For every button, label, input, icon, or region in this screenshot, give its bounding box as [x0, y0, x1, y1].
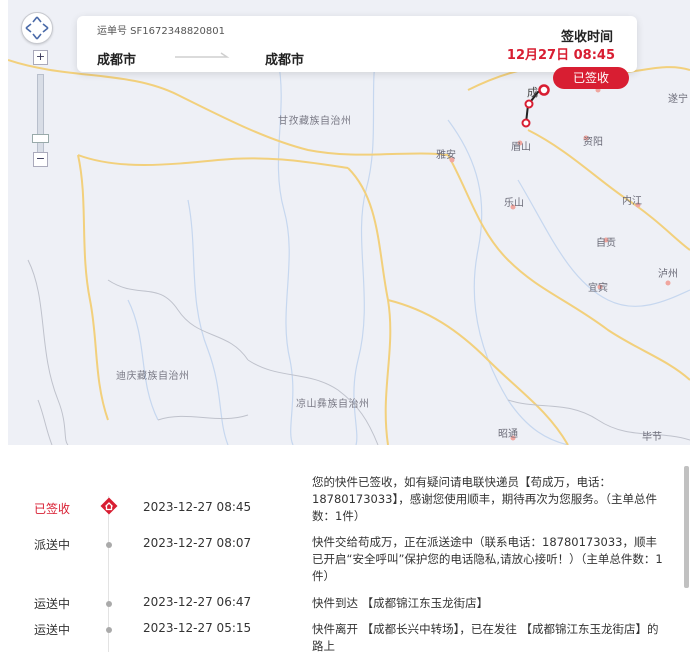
place-suining: 遂宁: [668, 94, 688, 105]
row-status: 派送中: [34, 538, 71, 552]
row-time: 2023-12-27 08:07: [143, 536, 252, 550]
place-zhaotong: 昭通: [498, 429, 518, 440]
timeline-scrollbar[interactable]: [684, 466, 689, 588]
place-diqing: 迪庆藏族自治州: [116, 371, 190, 382]
place-luzhou: 泸州: [658, 269, 678, 280]
place-zigong: 自贡: [596, 238, 616, 249]
signed-time-label: 签收时间: [560, 30, 613, 45]
row-status: 运送中: [34, 597, 71, 611]
row-status: 运送中: [34, 623, 71, 637]
route-map[interactable]: 甘孜藏族自治州 雅安 眉山 资阳 遂宁 乐山 内江 自贡 宜宾 泸州 迪庆藏族自…: [8, 0, 690, 445]
route-point-origin[interactable]: [521, 118, 531, 128]
place-neijiang: 内江: [622, 196, 642, 207]
route-point-destination[interactable]: [538, 84, 550, 96]
row-time: 2023-12-27 06:47: [143, 595, 252, 609]
row-description: 快件到达 【成都锦江东玉龙街店】: [312, 596, 489, 610]
signed-time-value: 12月27日 08:45: [506, 48, 615, 63]
place-yibin: 宜宾: [588, 283, 608, 294]
pan-arrows-icon: [25, 16, 49, 40]
arrow-right-icon: [175, 52, 230, 58]
place-bijie: 毕节: [642, 432, 662, 443]
zoom-out-button[interactable]: −: [33, 152, 48, 167]
signed-status-badge: 已签收: [553, 67, 629, 89]
waybill-number: 运单号 SF1672348820801: [97, 26, 225, 37]
place-leshan: 乐山: [504, 198, 524, 209]
row-description: 快件交给苟成万，正在派送途中（联系电话：18780173033，顺丰已开启“安全…: [312, 535, 663, 583]
row-time: 2023-12-27 08:45: [143, 500, 252, 514]
place-meishan: 眉山: [511, 142, 531, 153]
pan-control[interactable]: [21, 12, 53, 44]
timeline-dot: [106, 627, 112, 633]
place-liangshan: 凉山彝族自治州: [296, 399, 370, 410]
row-time: 2023-12-27 05:15: [143, 621, 252, 635]
zoom-in-button[interactable]: +: [33, 50, 48, 65]
row-description: 您的快件已签收，如有疑问请电联快递员【苟成万，电话：18780173033】，感…: [312, 475, 657, 523]
row-status: 已签收: [34, 502, 71, 516]
zoom-track[interactable]: [37, 74, 44, 162]
place-ziyang: 资阳: [583, 137, 603, 148]
place-chengdu-partial: 成: [527, 86, 538, 99]
tracking-timeline: 已签收 2023-12-27 08:45 您的快件已签收，如有疑问请电联快递员【…: [0, 466, 698, 653]
home-icon: [100, 497, 118, 515]
shipment-card: 运单号 SF1672348820801 成都市 成都市 签收时间 12月27日 …: [77, 16, 637, 72]
place-yaan: 雅安: [436, 150, 456, 161]
row-description: 快件离开 【成都长兴中转场】，已在发往 【成都锦江东玉龙街店】的路上: [312, 622, 659, 653]
route-point-mid[interactable]: [524, 99, 534, 109]
place-ganzi: 甘孜藏族自治州: [278, 116, 352, 127]
map-controls: + −: [21, 12, 57, 167]
destination-city: 成都市: [265, 53, 305, 68]
origin-city: 成都市: [97, 53, 137, 68]
timeline-dot: [106, 601, 112, 607]
zoom-slider-handle[interactable]: [32, 134, 49, 143]
timeline-dot: [106, 542, 112, 548]
